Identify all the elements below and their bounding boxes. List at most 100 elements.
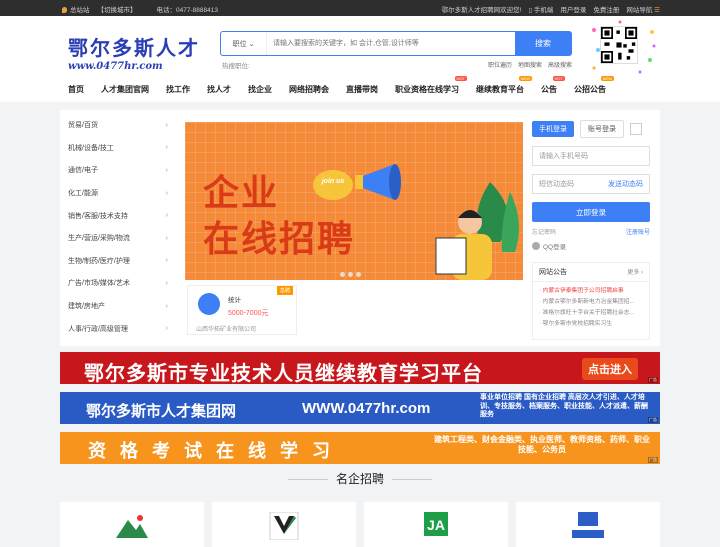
search-input[interactable] [267, 32, 515, 55]
company-logo-icon [198, 293, 220, 315]
chevron-right-icon: › [165, 325, 168, 333]
category-item[interactable]: 广告/市场/媒体/艺术 › [60, 272, 176, 295]
phone-field[interactable]: 请输入手机号码 [532, 146, 650, 166]
nav-live[interactable]: 直播带岗 [346, 84, 378, 95]
nav-qualification[interactable]: 职业资格在线学习 HOT [395, 76, 467, 95]
location: 总站站 [62, 4, 90, 14]
nav-job-fair[interactable]: 网络招聘会 [289, 84, 329, 95]
category-item[interactable]: 人事/行政/高级管理 › [60, 317, 176, 340]
map-search-link[interactable]: 地图搜索 [518, 60, 542, 69]
notice-item[interactable]: · 内蒙古伊泰集团子公司招聘启事 [539, 285, 643, 296]
ad-tag: 广告 [648, 417, 658, 423]
site-logo[interactable]: 鄂尔多斯人才 www.0477hr.com [68, 32, 200, 72]
nav-education[interactable]: 继续教育平台 NEW [476, 76, 532, 95]
job-card[interactable]: 统计 5000-7000元 山西华拓矿业有限公司 急聘 [187, 285, 297, 335]
category-item[interactable]: 贸易/百货 › [60, 114, 176, 137]
new-badge: NEW [518, 76, 532, 81]
tab-account-login[interactable]: 账号登录 [580, 120, 624, 138]
notice-item[interactable]: · 内蒙古鄂尔多斯新电力冶金集团招... [539, 296, 643, 307]
chemical-logo-icon [570, 512, 606, 540]
notice-panel: 网站公告 更多 › · 内蒙古伊泰集团子公司招聘启事 · 内蒙古鄂尔多斯新电力冶金… [532, 262, 650, 340]
job-title: 统计 [228, 297, 241, 304]
more-link[interactable]: 更多 › [627, 267, 643, 277]
ad-tag: 广告 [648, 457, 658, 463]
megaphone-icon [355, 164, 401, 200]
company-logo-card[interactable] [212, 502, 356, 547]
chevron-right-icon: › [165, 212, 168, 220]
category-item[interactable]: 建筑/房地产 › [60, 295, 176, 318]
qq-login[interactable]: QQ登录 [532, 241, 650, 251]
main-panel: 贸易/百货 › 机械/设备/技工 › 通信/电子 › 化工/能源 › 销售/客服/技术支… [60, 110, 660, 346]
chevron-right-icon: › [165, 302, 168, 310]
chevron-right-icon: › [165, 121, 168, 129]
carousel-dots [340, 272, 361, 277]
menu-icon: ☰ [654, 7, 660, 14]
company-logo-card[interactable] [516, 502, 660, 547]
register-link[interactable]: 免费注册 [593, 4, 619, 14]
notice-item[interactable]: · 准格尔旗旺十字台关于招聘社会志... [539, 307, 643, 318]
company-logo-card[interactable]: JA [364, 502, 508, 547]
notice-title: 网站公告 [539, 269, 567, 276]
chevron-down-icon: ⌄ [248, 40, 255, 48]
notice-item[interactable]: · 鄂尔多斯市党校招聘实习生 [539, 318, 643, 329]
nav-home[interactable]: 首页 [68, 84, 84, 95]
register-account-link[interactable]: 注册账号 [626, 227, 650, 236]
nav-public-notice[interactable]: 公招公告 NEW [574, 76, 614, 95]
tab-phone-login[interactable]: 手机登录 [532, 121, 574, 137]
company-logo-card[interactable] [60, 502, 204, 547]
category-item[interactable]: 化工/能源 › [60, 182, 176, 205]
main-nav: 首页 人才集团官网 找工作 找人才 找企业 网络招聘会 直播带岗 职业资格在线学… [68, 76, 623, 95]
category-item[interactable]: 销售/客服/技术支持 › [60, 204, 176, 227]
site-nav-link[interactable]: 网站导航 ☰ [626, 4, 660, 14]
login-panel: 手机登录 账号登录 请输入手机号码 短信动态码 发送动态码 立即登录 忘记密码 注册… [532, 120, 650, 251]
switch-city-link[interactable]: 【切换城市】 [98, 4, 137, 14]
mountain-logo-icon [114, 512, 150, 540]
forgot-password-link[interactable]: 忘记密码 [532, 227, 556, 236]
qq-icon [532, 242, 540, 250]
mobile-link[interactable]: ▯ 手机端 [528, 4, 553, 14]
new-badge: NEW [600, 76, 614, 81]
login-button[interactable]: 立即登录 [532, 202, 650, 222]
chevron-right-icon: › [165, 166, 168, 174]
ad-education-banner[interactable]: 鄂尔多斯市专业技术人员继续教育学习平台 点击进入 广告 [60, 352, 660, 384]
nav-find-job[interactable]: 找工作 [166, 84, 190, 95]
job-salary: 5000-7000元 [228, 310, 269, 317]
category-item[interactable]: 通信/电子 › [60, 159, 176, 182]
sms-code-field[interactable]: 短信动态码 发送动态码 [532, 174, 650, 194]
nav-find-talent[interactable]: 找人才 [207, 84, 231, 95]
hot-badge: HOT [454, 76, 467, 81]
category-item[interactable]: 生产/营运/采购/物流 › [60, 227, 176, 250]
chevron-right-icon: › [165, 234, 168, 242]
ad-talent-group-banner[interactable]: 鄂尔多斯市人才集团网 WWW.0477hr.com 事业单位招聘 国有企业招聘 … [60, 392, 660, 424]
search-button[interactable]: 搜索 [515, 32, 571, 55]
job-browse-link[interactable]: 职位遍历 [488, 60, 512, 69]
hero-banner[interactable]: 企业 在线招聘 join us [185, 122, 523, 280]
svg-text:JA: JA [427, 517, 445, 533]
qr-login-icon[interactable] [630, 123, 642, 135]
urgent-badge: 急聘 [277, 286, 294, 295]
banner-title-2: 在线招聘 [203, 219, 356, 260]
header: 鄂尔多斯人才 www.0477hr.com 职位 ⌄ 搜索 热搜职位: 职位遍历… [0, 16, 720, 102]
hot-badge: HOT [552, 76, 565, 81]
search-type-select[interactable]: 职位 ⌄ [221, 32, 267, 55]
category-list: 贸易/百货 › 机械/设备/技工 › 通信/电子 › 化工/能源 › 销售/客服/技术支… [60, 110, 176, 346]
qr-code-icon [601, 27, 637, 63]
top-bar: 总站站 【切换城市】 电话：0477-8888413 鄂尔多斯人才招聘网欢迎您!… [0, 0, 720, 16]
v-logo-icon [266, 511, 302, 541]
welcome-text: 鄂尔多斯人才招聘网欢迎您! [441, 7, 522, 14]
advanced-search-link[interactable]: 高级搜索 [548, 60, 572, 69]
login-link[interactable]: 用户登录 [560, 4, 586, 14]
enter-button[interactable]: 点击进入 [582, 358, 638, 380]
chevron-right-icon: › [165, 189, 168, 197]
nav-notice[interactable]: 公告 HOT [541, 76, 565, 95]
nav-group-site[interactable]: 人才集团官网 [101, 84, 149, 95]
ad-exam-banner[interactable]: 资格考试在线学习 建筑工程类、财会金融类、执业医师、教师资格、药师、职业技能、公… [60, 432, 660, 464]
search-sublinks: 职位遍历 地图搜索 高级搜索 [488, 60, 572, 69]
nav-find-company[interactable]: 找企业 [248, 84, 272, 95]
company-logo-row: JA [60, 502, 660, 547]
ad-tag: 广告 [648, 377, 658, 383]
category-item[interactable]: 生物/制药/医疗/护理 › [60, 250, 176, 273]
send-code-button[interactable]: 发送动态码 [608, 179, 643, 189]
join-us-bubble: join us [313, 170, 353, 200]
category-item[interactable]: 机械/设备/技工 › [60, 137, 176, 160]
